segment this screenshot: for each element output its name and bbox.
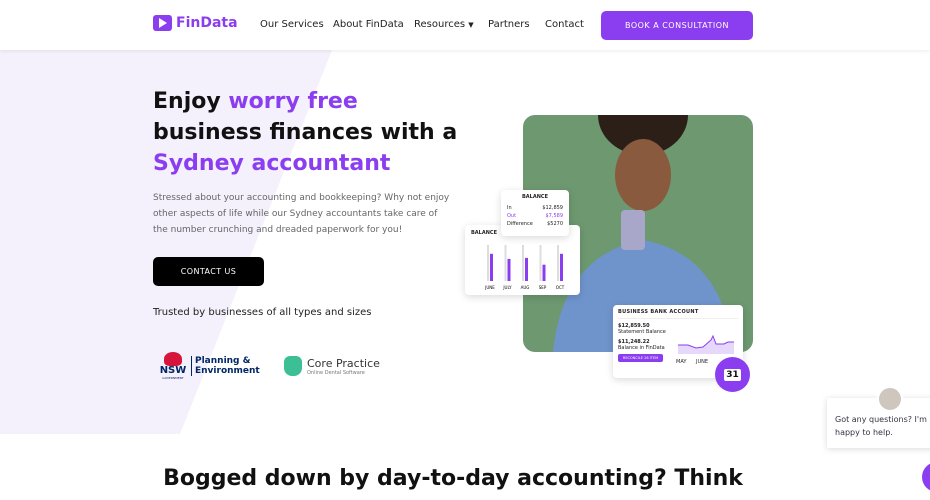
bar [507, 258, 511, 281]
title-part: business finances with a [153, 120, 458, 145]
bank-title: BUSINESS BANK ACCOUNT [618, 309, 738, 319]
row-label: Difference [507, 221, 533, 227]
brand-name: FinData [176, 15, 238, 31]
hero-title: Enjoy worry free business finances with … [153, 86, 473, 179]
month-label: JUNE [696, 359, 709, 365]
month-label: OCT [556, 285, 565, 290]
calendar-icon: 31 [724, 368, 741, 381]
contact-us-button[interactable]: CONTACT US [153, 257, 264, 286]
bar-track [487, 245, 489, 281]
chat-launcher-button[interactable] [922, 462, 930, 492]
nsw-logo: NSW GOVERNMENT Planning & Environment [159, 352, 260, 380]
popup-title: BALANCE [521, 194, 548, 200]
bar-track [557, 245, 559, 281]
bar-track [539, 245, 542, 281]
title-highlight: Sydney accountant [153, 151, 391, 176]
caret-down-icon: ▼ [468, 21, 474, 29]
book-consultation-button[interactable]: BOOK A CONSULTATION [601, 11, 753, 40]
title-highlight: worry free [228, 89, 358, 114]
hero-lead: Stressed about your accounting and bookk… [153, 193, 450, 235]
nsw-text: NSW [159, 365, 187, 376]
calendar-badge: 31 [715, 357, 750, 392]
month-label: JUNE [484, 285, 495, 290]
environment-text: Environment [195, 366, 260, 376]
planning-text: Planning & [195, 356, 251, 366]
nav-about[interactable]: About FinData [333, 19, 404, 30]
month-label: MAY [676, 359, 687, 365]
row-value: $12,859 [542, 205, 563, 211]
bar-track [522, 245, 524, 281]
row-value: $5270 [547, 221, 563, 227]
nav-resources[interactable]: Resources ▼ [414, 19, 474, 30]
nav-resources-label: Resources [414, 19, 466, 30]
waratah-icon [164, 352, 182, 366]
core-text: Core Practice [307, 356, 380, 370]
core-sub: Online Dental Software [307, 369, 365, 376]
top-nav: FinData Our Services About FinData Resou… [0, 0, 930, 50]
brand-logo[interactable]: FinData [153, 15, 238, 31]
play-icon [153, 15, 172, 31]
nav-partners[interactable]: Partners [488, 19, 530, 30]
popup-row: Out $7,589 [507, 212, 563, 220]
month-label: AUG [521, 285, 530, 290]
section-heading: Bogged down by day-to-day accounting? Th… [163, 466, 743, 491]
balance-area-chart [678, 334, 734, 354]
nav-our-services[interactable]: Our Services [260, 19, 324, 30]
popup-row: In $12,859 [507, 204, 563, 212]
bar-track [504, 245, 507, 281]
month-label: SEP [539, 285, 547, 290]
trusted-text: Trusted by businesses of all types and s… [153, 307, 372, 318]
month-label: JULY [502, 285, 512, 290]
bar [490, 253, 493, 281]
row-label: In [507, 205, 512, 211]
row-value: $7,589 [545, 213, 564, 219]
nsw-sub: GOVERNMENT [162, 376, 184, 380]
core-practice-logo: Core Practice Online Dental Software [284, 356, 380, 376]
popup-row: Difference $5270 [507, 220, 563, 228]
chat-avatar [877, 386, 903, 412]
bar [542, 264, 546, 281]
title-part: Enjoy [153, 89, 229, 114]
nav-contact[interactable]: Contact [545, 19, 584, 30]
bar [525, 257, 528, 281]
row-label: Out [507, 213, 517, 219]
balance-popup: BALANCE In $12,859 Out $7,589 Difference $527… [501, 190, 569, 236]
bar [560, 253, 563, 281]
tooth-icon [284, 356, 302, 376]
reconcile-button[interactable]: RECONCILE 26 ITEM [618, 354, 663, 362]
